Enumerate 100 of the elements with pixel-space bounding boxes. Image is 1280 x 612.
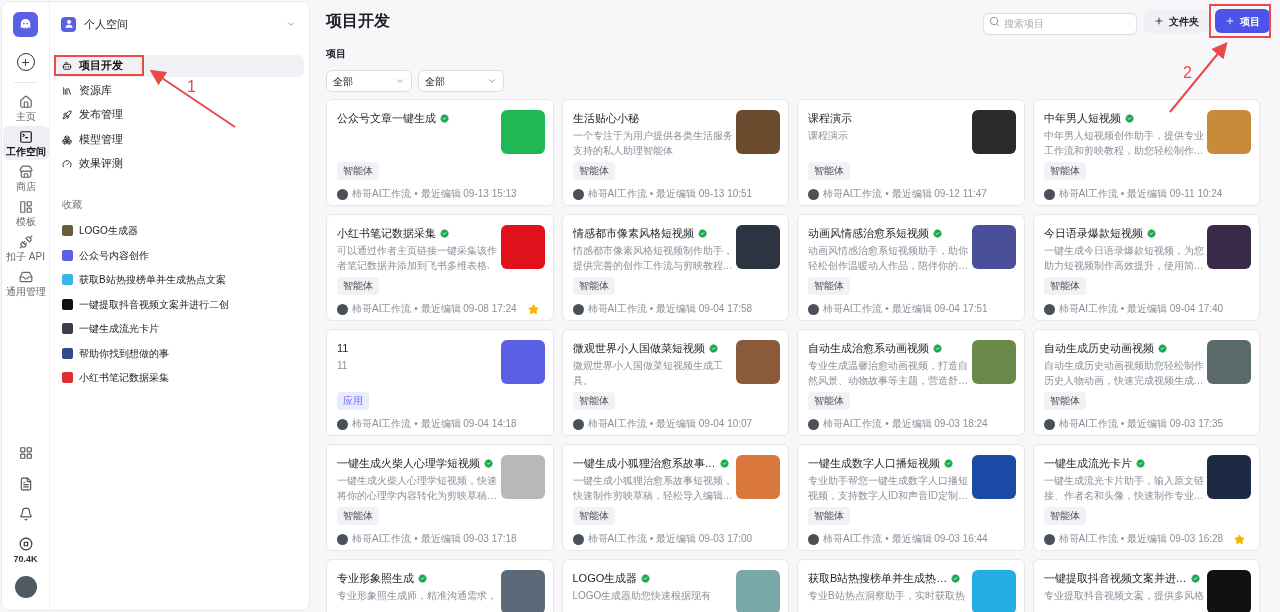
- project-card[interactable]: 动画风情感治愈系短视频 动画风情感治愈系短视频助手，助你轻松创作温暖动人作品，陪伴你的… 智能体 柿哥AI工作流 • 最近编辑 09-04 17:51: [797, 214, 1025, 321]
- annotation-arrow: [1169, 41, 1228, 113]
- new-project-button[interactable]: 项目: [1215, 9, 1270, 33]
- project-card[interactable]: 一键生成火柴人心理学短视频 一键生成火柴人心理学短视频，快速将你的心理学内容转化为剪映草稿… 智能体 柿哥AI工作流 • 最近编辑 09-03 17:18: [326, 444, 554, 551]
- card-meta: 柿哥AI工作流 • 最近编辑 09-13 10:51: [587, 188, 753, 201]
- author-avatar: [337, 303, 348, 315]
- favorite-item[interactable]: 公众号内容创作: [55, 244, 304, 266]
- filter-dropdown[interactable]: 全部: [326, 70, 412, 92]
- document-icon[interactable]: [18, 476, 33, 491]
- terminal-icon: [18, 129, 33, 144]
- project-card[interactable]: 一键提取抖音视频文案并进… 专业提取抖音视频文案，提供多风格: [1032, 559, 1260, 612]
- project-card[interactable]: 生活贴心小秘 一个专注于为用户提供各类生活服务支持的私人助理智能体 智能体 柿哥AI工作流 • 最近编辑 09-13 10:51: [561, 99, 789, 206]
- project-card[interactable]: 情感都市像素风格短视频 情感都市像素风格短视频制作助手，提供完善的创作工作流与剪映教程… 智能体 柿哥AI工作流 • 最近编辑 09-04 17:58: [561, 214, 789, 321]
- type-tag: 智能体: [572, 162, 615, 181]
- page-title: 项目开发: [326, 11, 390, 31]
- favorite-item[interactable]: 一键生成流光卡片: [55, 317, 304, 340]
- plus-icon: [20, 56, 31, 68]
- sidebar-nav-item[interactable]: 项目开发: [55, 55, 304, 77]
- type-tag: 智能体: [572, 277, 615, 296]
- project-card[interactable]: 微观世界小人国做菜短视频 微观世界小人国做菜短视频生成工具。 智能体 柿哥AI工作流 • 最近编辑 09-04 10:07: [561, 329, 789, 436]
- card-description: 专业B站热点洞察助手，实时获取热: [808, 589, 966, 603]
- project-card[interactable]: 自动生成治愈系动画视频 专业生成温馨治愈动画视频，打造自然风景、动物故事等主题，营造舒… 智能体 柿哥AI工作流 • 最近编辑 09-03 18:24: [797, 329, 1025, 436]
- card-description: 课程演示: [808, 129, 849, 143]
- type-tag: 智能体: [337, 162, 379, 181]
- favorite-item[interactable]: 小红书笔记数据采集: [55, 366, 304, 389]
- project-card[interactable]: 专业形象照生成 专业形象照生成师，精准沟通需求，: [326, 559, 554, 612]
- card-title: 专业形象照生成: [337, 571, 414, 586]
- card-meta: 柿哥AI工作流 • 最近编辑 09-04 14:18: [352, 418, 517, 431]
- card-description: LOGO生成器助您快速根据现有: [572, 589, 713, 603]
- sidebar-nav-item[interactable]: 发布管理: [55, 104, 304, 126]
- inbox-icon: [18, 269, 33, 284]
- type-tag: 智能体: [572, 392, 615, 411]
- favorite-item[interactable]: 获取B站热搜榜单并生成热点文案: [55, 268, 304, 291]
- rail-nav-item[interactable]: 工作空间: [2, 126, 49, 160]
- card-meta: 柿哥AI工作流 • 最近编辑 09-08 17:24: [352, 303, 517, 316]
- type-tag: 智能体: [572, 507, 615, 526]
- project-card[interactable]: 小红书笔记数据采集 可以通过作者主页链接一键采集该作者笔记数据并添加到飞书多维表格. 智能体 柿哥AI工作流 • 最近编辑 09-08 17:24: [326, 214, 554, 321]
- rail-nav-item[interactable]: 扣子 API: [2, 231, 49, 265]
- card-title: 情感都市像素风格短视频: [572, 226, 694, 241]
- project-card[interactable]: 11 11 应用 柿哥AI工作流 • 最近编辑 09-04 14:18: [326, 329, 554, 436]
- project-card[interactable]: 一键生成小狐狸治愈系故事… 一键生成小狐狸治愈系故事短视频，快速制作剪映草稿，轻松导入编辑… 智能体 柿哥AI工作流 • 最近编辑 09-03 17:00: [561, 444, 789, 551]
- search-field[interactable]: 搜索项目: [983, 12, 1137, 35]
- project-card[interactable]: 课程演示 课程演示 智能体 柿哥AI工作流 • 最近编辑 09-12 11:47: [797, 99, 1025, 206]
- card-title: 一键生成小狐狸治愈系故事…: [572, 456, 716, 471]
- card-description: 自动生成历史动画视频助您轻松制作历史人物动画，快速完成视频生成…: [1043, 359, 1205, 388]
- card-meta: 柿哥AI工作流 • 最近编辑 09-13 15:13: [352, 188, 517, 201]
- project-card[interactable]: LOGO生成器 LOGO生成器助您快速根据现有: [561, 559, 789, 612]
- project-card[interactable]: 公众号文章一键生成 智能体 柿哥AI工作流 • 最近编辑 09-13 15:13: [326, 99, 554, 206]
- rail-nav-item[interactable]: 通用管理: [2, 266, 49, 300]
- card-meta: 柿哥AI工作流 • 最近编辑 09-12 11:47: [823, 188, 987, 201]
- card-description: 微观世界小人国做菜短视频生成工具。: [572, 359, 724, 388]
- favorite-item[interactable]: LOGO生成器: [55, 219, 304, 242]
- annotation-box: [1209, 4, 1271, 38]
- new-folder-button[interactable]: 文件夹: [1144, 9, 1209, 33]
- layout-icon: [18, 199, 33, 214]
- search-icon: [989, 15, 1000, 27]
- project-card[interactable]: 一键生成数字人口播短视频 专业助手帮您一键生成数字人口播短视频，支持数字人ID和声音ID定制… 智能体 柿哥AI工作流 • 最近编辑 09-03 16:44: [797, 444, 1025, 551]
- app-logo-icon[interactable]: [13, 12, 38, 37]
- card-description: 专业生成温馨治愈动画视频，打造自然风景、动物故事等主题，营造舒…: [808, 359, 969, 388]
- apps-icon[interactable]: [18, 445, 33, 460]
- credits-icon[interactable]: [18, 536, 33, 551]
- rail-nav-item[interactable]: 商店: [2, 161, 49, 195]
- card-title: 一键生成数字人口播短视频: [808, 456, 940, 471]
- card-meta: 柿哥AI工作流 • 最近编辑 09-11 10:24: [1058, 188, 1223, 201]
- favorite-item[interactable]: 一键提取抖音视频文案并进行二创: [55, 293, 304, 315]
- rail-nav-item[interactable]: 主页: [2, 91, 49, 125]
- card-title: 今日语录爆款短视频: [1043, 226, 1143, 241]
- sidebar-nav-item[interactable]: 模型管理: [55, 128, 304, 151]
- workspace-name[interactable]: 个人空间: [84, 15, 128, 33]
- card-meta: 柿哥AI工作流 • 最近编辑 09-03 16:44: [823, 533, 988, 546]
- user-avatar[interactable]: [14, 576, 37, 598]
- project-card[interactable]: 获取B站热搜榜单并生成热… 专业B站热点洞察助手，实时获取热: [797, 559, 1025, 612]
- author-avatar: [1043, 418, 1055, 430]
- favorite-item[interactable]: 帮助你找到想做的事: [55, 342, 304, 364]
- card-title: 自动生成历史动画视频: [1043, 341, 1154, 356]
- author-avatar: [337, 418, 348, 430]
- rail-nav-item[interactable]: 模板: [2, 196, 49, 230]
- type-tag: 应用: [337, 392, 369, 411]
- type-tag: 智能体: [1043, 507, 1086, 526]
- author-avatar: [1043, 303, 1055, 315]
- plus-icon: [1154, 16, 1164, 26]
- card-title: LOGO生成器: [572, 571, 638, 586]
- card-title: 课程演示: [808, 111, 852, 126]
- card-description: 专业助手帮您一键生成数字人口播短视频，支持数字人ID和声音ID定制…: [808, 474, 969, 503]
- type-tag: 智能体: [808, 392, 850, 411]
- type-tag: 智能体: [337, 507, 379, 526]
- project-card[interactable]: 中年男人短视频 中年男人短视频创作助手，提供专业工作流和剪映教程，助您轻松制作… 智能体 柿哥AI工作流 • 最近编辑 09-11 10:24: [1032, 99, 1260, 206]
- sidebar-nav-item[interactable]: 效果评测: [55, 153, 304, 175]
- card-title: 获取B站热搜榜单并生成热…: [808, 571, 948, 586]
- notification-icon[interactable]: [18, 506, 33, 521]
- annotation-number: 2: [1183, 64, 1192, 82]
- author-avatar: [337, 188, 348, 200]
- card-title: 一键提取抖音视频文案并进…: [1043, 571, 1187, 586]
- card-meta: 柿哥AI工作流 • 最近编辑 09-04 17:58: [587, 303, 753, 316]
- cubes-icon: [62, 134, 72, 145]
- project-card[interactable]: 自动生成历史动画视频 自动生成历史动画视频助您轻松制作历史人物动画，快速完成视频生成… 智能体 柿哥AI工作流 • 最近编辑 09-03 17:35: [1032, 329, 1260, 436]
- project-card[interactable]: 今日语录爆款短视频 一键生成今日语录爆款短视频，为您助力短视频制作高效提升，使用简… 智能体 柿哥AI工作流 • 最近编辑 09-04 17:40: [1032, 214, 1260, 321]
- filter-dropdown[interactable]: 全部: [418, 70, 504, 92]
- card-description: 可以通过作者主页链接一键采集该作者笔记数据并添加到飞书多维表格.: [337, 244, 498, 273]
- project-card[interactable]: 一键生成流光卡片 一键生成流光卡片助手，输入原文链接、作者名和头像，快速制作专业… 智能体 柿哥AI工作流 • 最近编辑 09-03 16:28: [1032, 444, 1260, 551]
